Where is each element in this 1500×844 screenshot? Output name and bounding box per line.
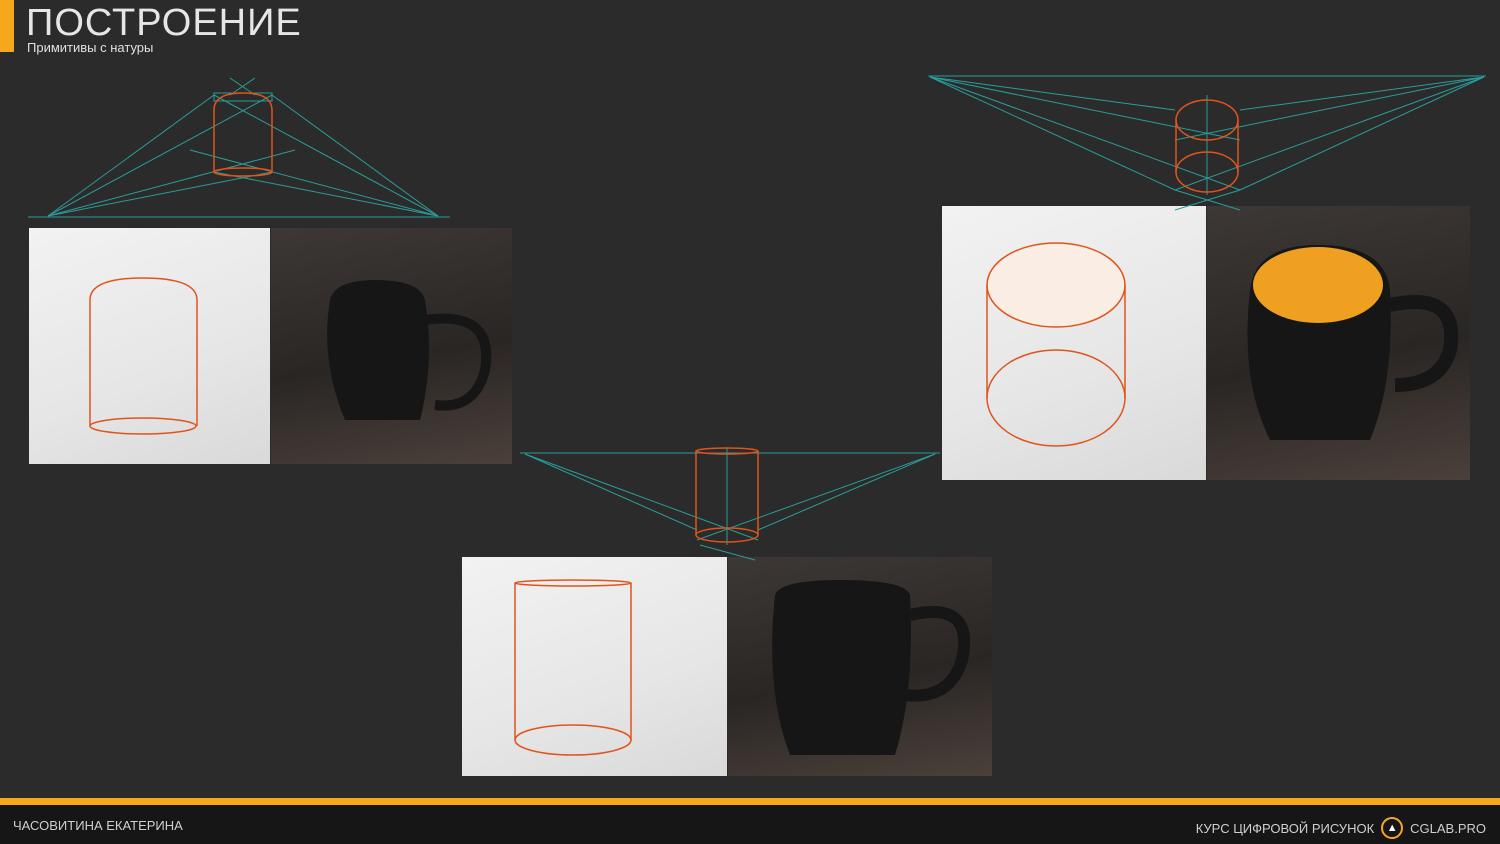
perspective-lines-2 [928,75,1486,211]
footer: ЧАСОВИТИНА ЕКАТЕРИНА КУРС ЦИФРОВОЙ РИСУН… [0,805,1500,844]
construction-drawings [28,75,1486,756]
mug-silhouettes [327,245,1459,755]
perspective-lines-3 [520,448,940,561]
course-name: КУРС ЦИФРОВОЙ РИСУНОК [1195,820,1375,836]
footer-accent-bar [0,798,1500,805]
site-link[interactable]: CGLAB.PRO [1410,821,1486,836]
author-name: ЧАСОВИТИНА ЕКАТЕРИНА [13,818,183,833]
triangle-logo-icon: ▲ [1381,817,1404,839]
perspective-lines-1 [28,77,450,218]
sketch-cylinders [89,242,1126,756]
